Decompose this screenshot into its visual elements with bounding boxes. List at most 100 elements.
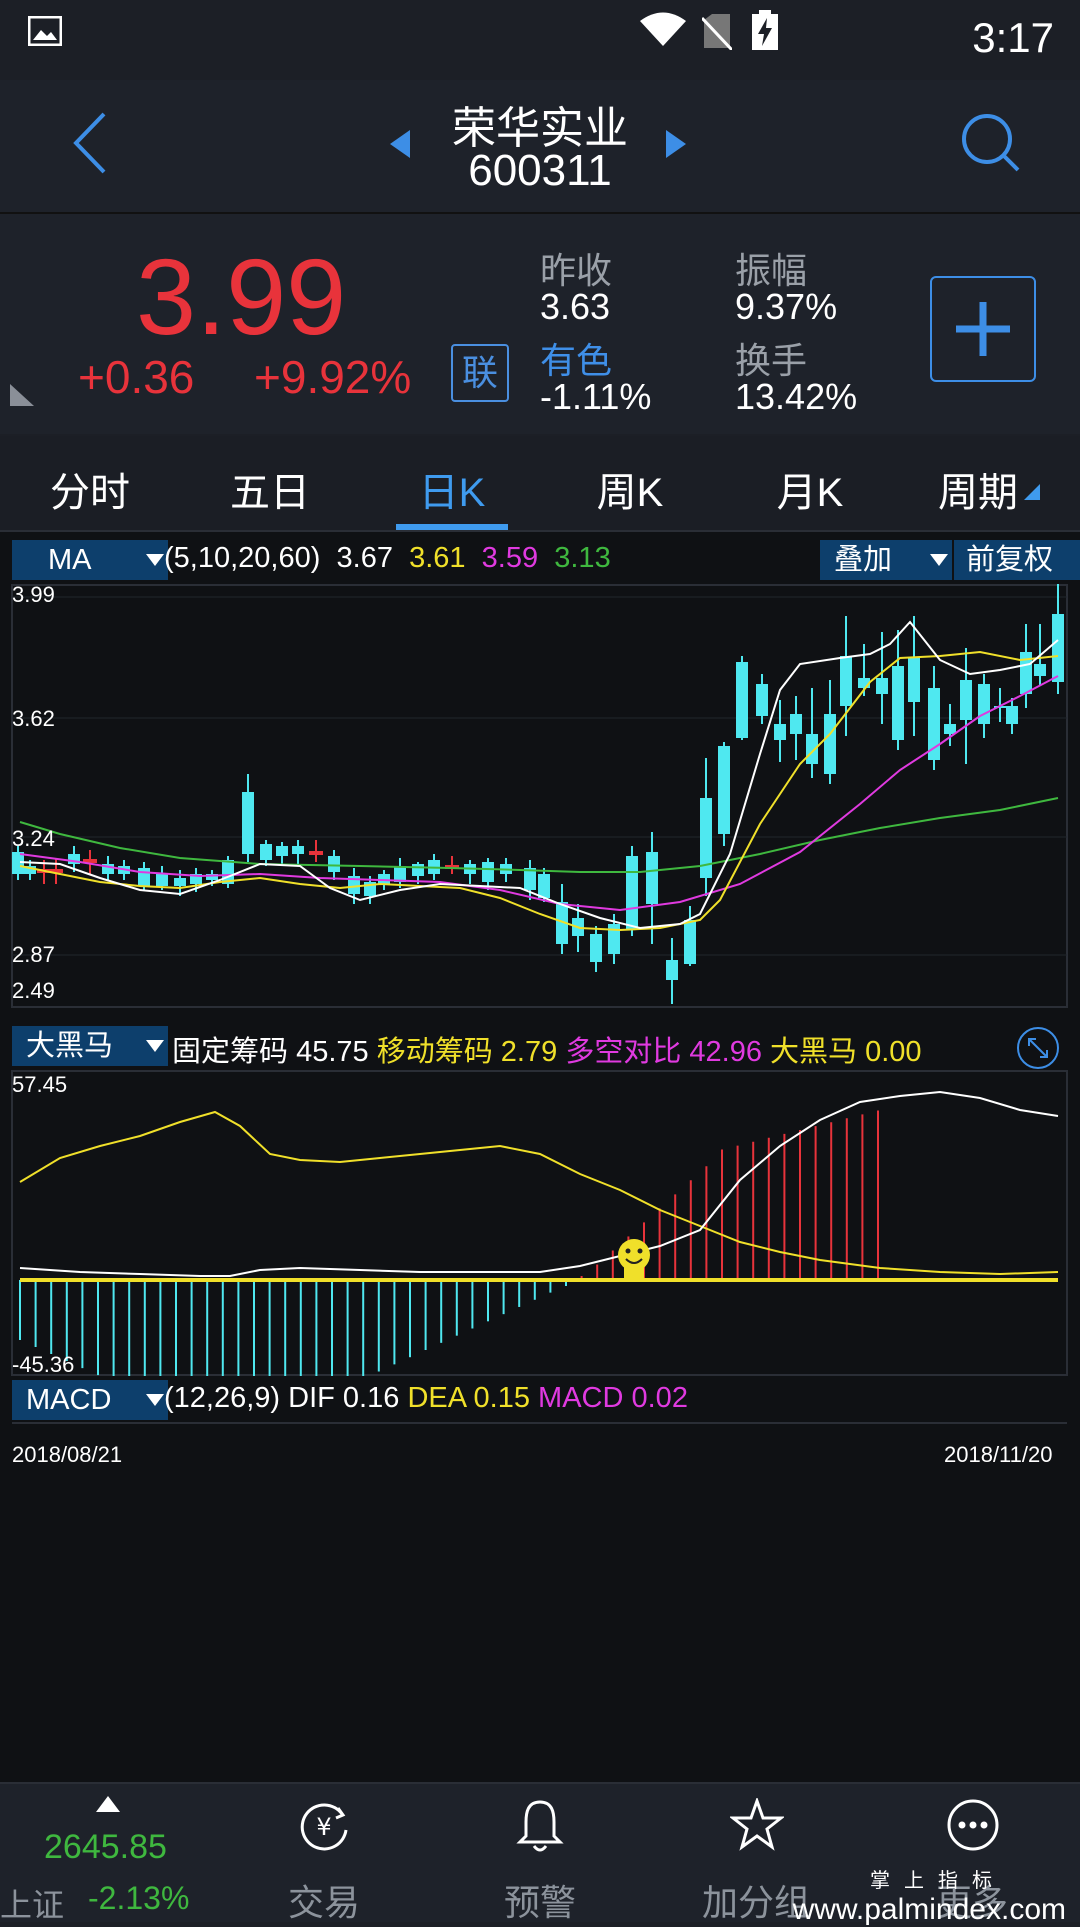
search-icon[interactable] (960, 112, 1022, 174)
sub-y-top: 57.45 (12, 1072, 68, 1097)
status-bar: 3:17 (0, 0, 1080, 80)
tab-weekly-k[interactable]: 周K (560, 460, 700, 518)
next-stock-icon[interactable] (666, 130, 686, 158)
chevron-down-icon (930, 554, 948, 566)
sub-indicator-values: 固定筹码 45.75 移动筹码 2.79 多空对比 42.96 大黑马 0.00 (172, 1028, 922, 1070)
sub-indicator-select[interactable]: 大黑马 (12, 1026, 168, 1066)
nav-trade[interactable]: ¥ 交易 (244, 1784, 404, 1923)
dark-horse-label: 大黑马 (770, 1036, 858, 1068)
adjust-button[interactable]: 前复权 (954, 540, 1080, 580)
ma20-value: 3.59 (481, 542, 539, 574)
tab-intraday[interactable]: 分时 (20, 460, 160, 518)
date-end: 2018/11/20 (944, 1442, 1053, 1467)
chart-area: MA (5,10,20,60) 3.67 3.61 3.59 3.13 叠加 前… (0, 532, 1080, 1782)
y-tick-label: 2.87 (12, 942, 55, 967)
watermark: 掌上指标 www.palmindex.com (793, 1864, 1066, 1927)
dark-horse-chart[interactable] (0, 1070, 1080, 1376)
candle-body (242, 792, 254, 854)
candle-body (736, 662, 748, 738)
nav-alert[interactable]: 预警 (460, 1784, 620, 1923)
date-start: 2018/08/21 (12, 1442, 123, 1467)
candle-body (538, 874, 550, 898)
candle-body (840, 656, 852, 706)
watermark-top: 掌上指标 (870, 1870, 1006, 1892)
ma-values: (5,10,20,60) 3.67 3.61 3.59 3.13 (164, 542, 611, 575)
moving-chips-label: 移动筹码 (376, 1036, 493, 1068)
candle-body (666, 960, 678, 980)
macd-indicator-select[interactable]: MACD (12, 1380, 168, 1420)
candle-body (1006, 706, 1018, 724)
long-short-label: 多空对比 (565, 1036, 682, 1068)
yen-circle-icon: ¥ (300, 1803, 348, 1851)
candle-body (774, 724, 786, 740)
add-watchlist-button[interactable] (930, 276, 1036, 382)
clock: 3:17 (972, 14, 1054, 61)
y-tick-label: 2.49 (12, 978, 55, 1003)
expand-icon[interactable] (1016, 1026, 1060, 1070)
index-quote[interactable]: 2645.85 上证 -2.13% (0, 1784, 210, 1923)
battery-charging-icon (752, 10, 778, 50)
macd-params: (12,26,9) (164, 1382, 281, 1414)
candle-body (978, 684, 990, 724)
divider (12, 1422, 1067, 1424)
stat-value-amplitude: 9.37% (735, 286, 838, 327)
stat-value-turnover: 13.42% (735, 376, 858, 417)
candle-body (718, 746, 730, 834)
fixed-chips-value: 45.75 (296, 1036, 369, 1068)
corner-triangle-icon (10, 384, 34, 406)
kline-chart[interactable] (0, 584, 1080, 1010)
index-value: 2645.85 (44, 1828, 167, 1866)
tab-daily-k[interactable]: 日K (382, 460, 522, 518)
candle-body (790, 714, 802, 734)
dea-label: DEA (407, 1382, 466, 1414)
nav-trade-label: 交易 (287, 1882, 360, 1923)
chevron-down-icon (146, 554, 164, 566)
period-tabs: 分时 五日 日K 周K 月K 周期 (0, 436, 1080, 532)
candle-body (482, 862, 494, 882)
candle-body (908, 658, 920, 702)
candle-body (756, 684, 768, 716)
svg-text:¥: ¥ (316, 1813, 331, 1841)
candle-body (824, 714, 836, 774)
overlay-label: 叠加 (834, 544, 893, 576)
macd-indicator-label: MACD (26, 1384, 112, 1416)
dark-horse-value: 0.00 (865, 1036, 922, 1068)
candle-body (309, 851, 323, 855)
tab-monthly-k[interactable]: 月K (740, 460, 880, 518)
macd-values: (12,26,9) DIF 0.16 DEA 0.15 MACD 0.02 (164, 1382, 688, 1415)
candle-body (876, 678, 888, 694)
macd-label: MACD (538, 1382, 624, 1414)
y-tick-label: 3.24 (12, 826, 55, 851)
linked-badge[interactable]: 联 (451, 344, 509, 402)
long-short-value: 42.96 (689, 1036, 762, 1068)
chevron-down-icon (146, 1040, 164, 1052)
candle-body (684, 920, 696, 964)
overlay-button[interactable]: 叠加 (820, 540, 952, 580)
watermark-url: www.palmindex.com (792, 1893, 1066, 1926)
candle-body (412, 864, 424, 876)
candle-body (83, 859, 97, 863)
candle-body (138, 868, 150, 886)
ma-indicator-select[interactable]: MA (12, 540, 168, 580)
candles-group (12, 584, 1064, 1004)
smiley-icon (618, 1239, 650, 1280)
back-arrow-icon[interactable] (70, 110, 110, 176)
bell-icon (516, 1800, 564, 1852)
index-name: 上证 (0, 1887, 65, 1923)
wifi-icon (640, 12, 686, 46)
index-change: -2.13% (88, 1880, 190, 1916)
more-dots-icon (947, 1799, 999, 1851)
period-dropdown-icon (1024, 484, 1040, 500)
tab-five-day[interactable]: 五日 (200, 460, 340, 518)
moving-chips-value: 2.79 (500, 1036, 558, 1068)
quote-panel: 3.99 +0.36 +9.92% 联 昨收 3.63 振幅 9.37% 有色 … (0, 214, 1080, 434)
fixed-chips-line (19, 1090, 1059, 1277)
y-tick-label: 3.99 (12, 582, 55, 607)
nav-alert-label: 预警 (503, 1882, 576, 1923)
y-tick-label: 3.62 (12, 706, 55, 731)
candle-body (928, 688, 940, 760)
chevron-down-icon (146, 1394, 164, 1406)
active-tab-indicator (396, 524, 508, 530)
candle-body (156, 874, 168, 886)
nav-header: 荣华实业 600311 (0, 80, 1080, 214)
